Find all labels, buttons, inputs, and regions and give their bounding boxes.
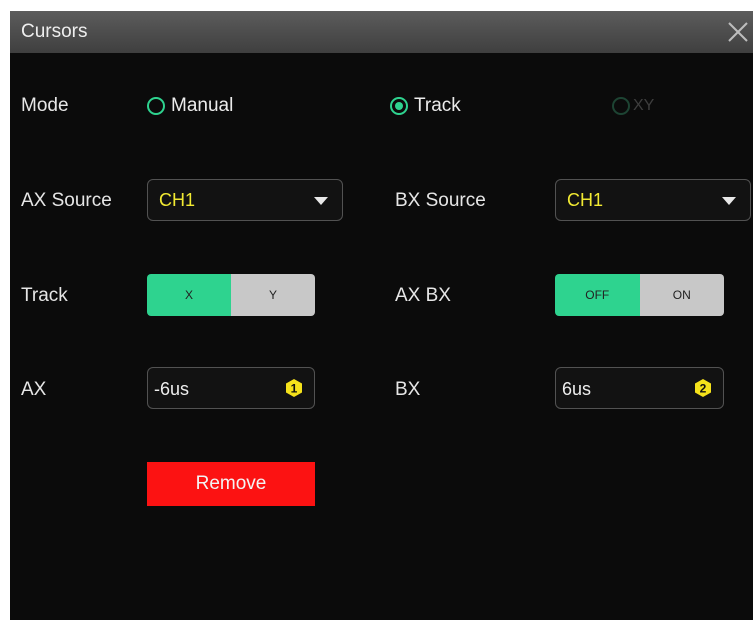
track-x-option[interactable]: X [147,274,231,316]
mode-label: Mode [21,95,69,116]
cursors-dialog: Cursors Mode Manual Track XY AX Source C… [10,11,753,620]
cursor-1-badge-icon: 1 [286,379,302,397]
radio-checked-icon [390,97,408,115]
ax-source-value: CH1 [159,190,196,210]
title-bar: Cursors [10,11,753,53]
ax-bx-off-option[interactable]: OFF [555,274,640,316]
mode-track-label: Track [414,95,461,116]
mode-xy-radio: XY [612,97,654,115]
bx-value: 6us [562,379,592,399]
ax-bx-label: AX BX [395,285,451,306]
track-y-option[interactable]: Y [231,274,315,316]
bx-value-field[interactable]: 6us 2 [555,367,724,409]
radio-unchecked-icon [147,97,165,115]
bx-source-select[interactable]: CH1 [555,179,751,221]
mode-xy-label: XY [633,97,655,114]
ax-value-field[interactable]: -6us 1 [147,367,315,409]
close-icon[interactable] [723,17,753,47]
bx-badge-text: 2 [700,382,707,396]
mode-track-radio[interactable]: Track [390,95,461,117]
mode-manual-label: Manual [171,95,234,116]
ax-source-label: AX Source [21,190,112,211]
bx-source-value: CH1 [567,190,604,210]
dialog-title: Cursors [21,21,88,42]
ax-bx-on-option[interactable]: ON [639,274,724,316]
mode-manual-radio[interactable]: Manual [147,95,233,117]
radio-disabled-icon [612,97,630,115]
page: Cursors Mode Manual Track XY AX Source C… [0,0,753,620]
bx-source-label: BX Source [395,190,486,211]
remove-button[interactable]: Remove [147,462,315,506]
ax-bx-toggle[interactable]: OFF ON [555,274,724,316]
chevron-down-icon [722,197,736,205]
chevron-down-icon [314,197,328,205]
ax-value: -6us [154,379,190,399]
ax-source-select[interactable]: CH1 [147,179,343,221]
cursor-2-badge-icon: 2 [695,379,711,397]
ax-badge-text: 1 [291,382,298,396]
ax-label: AX [21,379,47,400]
track-label: Track [21,285,68,306]
bx-label: BX [395,379,421,400]
track-toggle[interactable]: X Y [147,274,315,316]
